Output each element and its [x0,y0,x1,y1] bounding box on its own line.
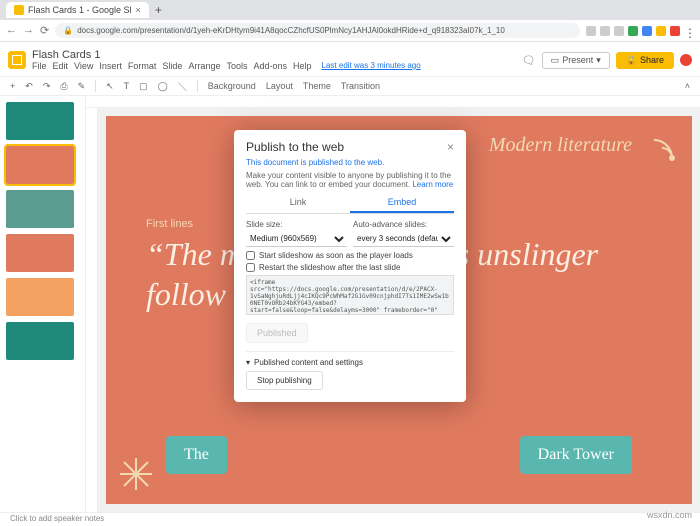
checkbox-restart-slideshow[interactable]: Restart the slideshow after the last sli… [246,263,454,272]
publish-web-dialog: Publish to the web × This document is pu… [234,130,466,402]
tab-embed[interactable]: Embed [350,193,454,213]
learn-more-link[interactable]: Learn more [412,180,453,189]
watermark: wsxdn.com [647,510,692,520]
checkbox-label: Start slideshow as soon as the player lo… [259,251,413,260]
published-note: This document is published to the web. [246,158,454,167]
embed-code-textarea[interactable]: <iframe src="https://docs.google.com/pre… [246,275,454,315]
section-header[interactable]: Published content and settings [254,358,363,367]
slide-size-label: Slide size: [246,220,347,229]
chevron-down-icon[interactable]: ▾ [246,358,250,367]
auto-advance-select[interactable]: every 3 seconds (default) [353,231,454,247]
checkbox-start-slideshow[interactable]: Start slideshow as soon as the player lo… [246,251,454,260]
tab-link[interactable]: Link [246,193,350,213]
checkbox-label: Restart the slideshow after the last sli… [259,263,400,272]
slide-size-select[interactable]: Medium (960x569) [246,231,347,247]
published-button: Published [246,323,308,343]
close-icon[interactable]: × [447,140,454,154]
dialog-description: Make your content visible to anyone by p… [246,171,454,189]
stop-publishing-button[interactable]: Stop publishing [246,371,323,390]
dialog-title: Publish to the web [246,140,344,154]
auto-advance-label: Auto-advance slides: [353,220,454,229]
